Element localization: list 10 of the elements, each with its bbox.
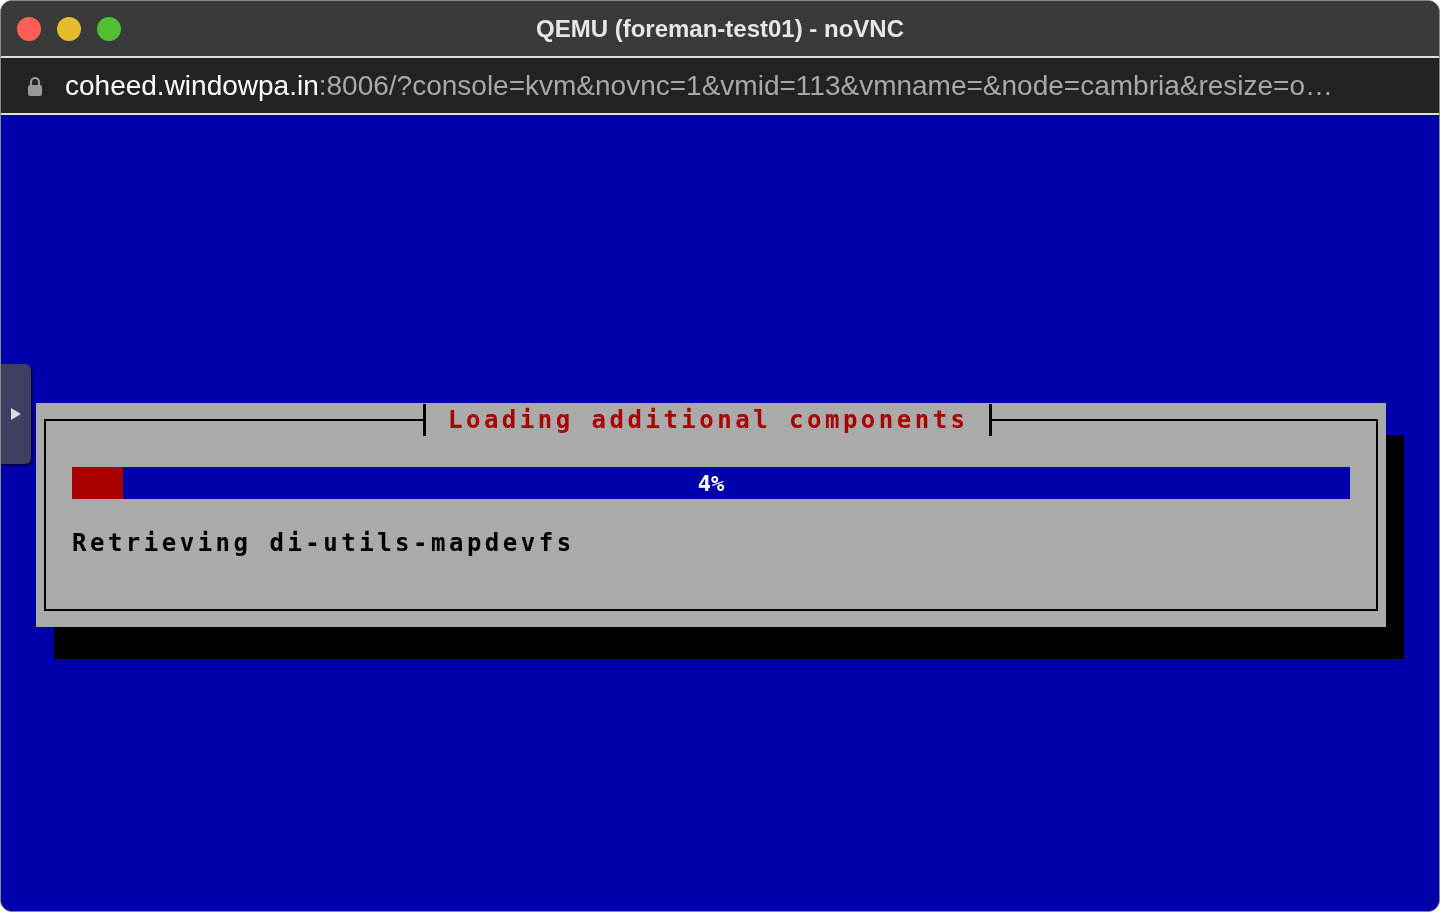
- play-icon: [10, 408, 21, 420]
- progress-percent: 4%: [697, 470, 725, 496]
- close-button[interactable]: [17, 16, 41, 41]
- zoom-button[interactable]: [97, 16, 121, 41]
- sidebar-handle[interactable]: [1, 364, 31, 464]
- window-title: QEMU (foreman-test01) - noVNC: [536, 14, 904, 42]
- lock-icon: [27, 75, 43, 96]
- status-message: Retrieving di-utils-mapdevfs: [72, 529, 575, 557]
- minimize-button[interactable]: [57, 16, 81, 41]
- dialog-title: Loading additional components: [423, 404, 992, 436]
